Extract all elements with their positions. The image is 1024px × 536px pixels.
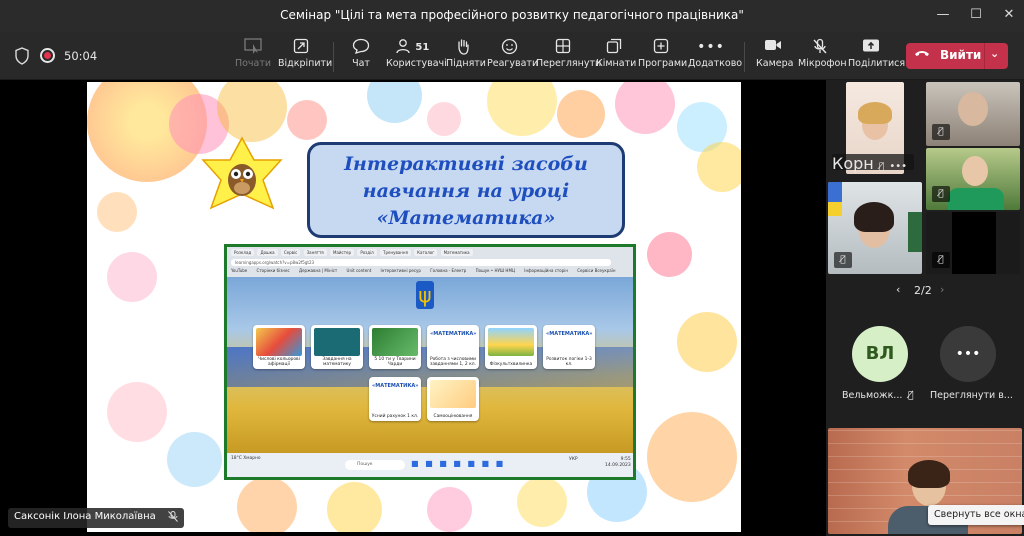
taskbar-clock: 9:55 14.09.2023 <box>605 457 631 468</box>
minimize-button[interactable]: — <box>928 4 958 28</box>
browser-tab: Тренування <box>380 249 411 256</box>
raise-hand-button[interactable]: Підняти <box>446 38 486 76</box>
mic-off-icon: 🎙̸ <box>932 124 950 140</box>
unpin-icon <box>278 38 324 58</box>
share-icon <box>848 38 894 58</box>
close-button[interactable]: ✕ <box>994 4 1024 28</box>
microphone-button[interactable]: Мікрофон <box>798 38 847 76</box>
language-indicator: УКР <box>569 457 578 462</box>
bookmarks-bar: YouTube Сторінки бізнес Державна | Мініс… <box>231 268 616 273</box>
browser-tab: Розділ <box>357 249 377 256</box>
embedded-browser-screenshot: Розклад Дошка Сервіс Заняття Майстер Роз… <box>224 244 636 480</box>
chevron-down-icon[interactable]: ⌄ <box>990 47 999 60</box>
taskbar-search: Пошук <box>345 460 405 470</box>
participant-tile[interactable]: 🎙̸ <box>926 82 1020 146</box>
mic-off-icon <box>798 38 842 58</box>
view-button[interactable]: Переглянути <box>536 38 601 76</box>
app-card: Завдання на математику <box>311 325 363 369</box>
app-card: «МАТЕМАТИКА» Розвиток логіки 1-3 кл. <box>543 325 595 369</box>
view-all-label: Переглянути в... <box>930 390 1013 401</box>
app-card: «МАТЕМАТИКА» Усний рахунок 1 кл. <box>369 377 421 421</box>
more-options-icon[interactable]: ••• <box>889 161 907 172</box>
participant-name-bar: Корн 🎙̸ ••• <box>832 154 914 173</box>
phone-hangup-icon <box>914 47 930 62</box>
screen-pointer-icon <box>234 38 272 58</box>
browser-tab: Дошка <box>257 249 278 256</box>
react-button[interactable]: Реагувати <box>487 38 538 76</box>
presentation-slide: Інтерактивні засоби навчання на уроці «М… <box>87 82 741 532</box>
toolbar-divider <box>744 42 745 72</box>
window-title: Семінар "Цілі та мета професійного розви… <box>280 8 744 22</box>
leave-button[interactable]: Вийти ⌄ <box>906 43 1008 69</box>
browser-tab: Розклад <box>231 249 255 256</box>
camera-button[interactable]: Камера <box>756 38 793 76</box>
recording-icon <box>40 48 55 63</box>
slide-title: Інтерактивні засоби навчання на уроці «М… <box>307 142 625 238</box>
learning-apps-page: ψ Числові кольорові афірмації Завдання н… <box>227 277 633 453</box>
mic-off-icon: 🎙̸ <box>878 162 885 172</box>
browser-tabs: Розклад Дошка Сервіс Заняття Майстер Роз… <box>231 249 475 258</box>
maximize-button[interactable]: ☐ <box>961 4 991 28</box>
app-card: Самооцінювання <box>427 377 479 421</box>
toolbar-divider <box>333 42 334 72</box>
browser-tab: Каталог <box>414 249 438 256</box>
smile-icon <box>487 38 531 58</box>
share-button[interactable]: Поділитися <box>848 38 905 76</box>
participant-count: 51 <box>415 42 430 53</box>
participant-name: Вельможк... <box>842 390 903 401</box>
participant-tile[interactable]: 🎙̸ <box>926 148 1020 210</box>
title-bar: Семінар "Цілі та мета професійного розви… <box>0 0 1024 32</box>
app-card: Числові кольорові афірмації <box>253 325 305 369</box>
meeting-timer: 50:04 <box>64 49 98 63</box>
participant-tile[interactable]: 🎙̸ <box>926 212 1020 274</box>
mic-off-icon: 🎙̸ <box>834 252 852 268</box>
start-presenting-button[interactable]: Почати <box>234 38 272 76</box>
chevron-right-icon[interactable]: › <box>940 283 944 296</box>
weather-widget: 18°C Хмарно <box>231 456 261 461</box>
restore-windows-tooltip: Свернуть все окна <box>928 505 1024 525</box>
browser-tab: Сервіс <box>280 249 301 256</box>
participants-pager: ‹ 2/2 › <box>896 283 945 297</box>
view-icon <box>536 38 590 58</box>
presenter-name-tag: Саксонік Ілона Миколаївна <box>8 508 184 528</box>
apps-icon <box>638 38 684 58</box>
trident-icon: ψ <box>416 281 434 309</box>
mic-off-icon: 🎙̸ <box>908 390 914 401</box>
app-card: Фізкультхвилинка <box>485 325 537 369</box>
breakout-rooms-button[interactable]: Кімнати <box>596 38 636 76</box>
view-all-button[interactable]: ••• <box>940 326 996 382</box>
chat-icon <box>348 38 374 58</box>
shared-screen: Інтерактивні засоби навчання на уроці «М… <box>0 80 826 536</box>
chat-button[interactable]: Чат <box>348 38 374 76</box>
mic-off-icon: 🎙̸ <box>932 186 950 202</box>
shield-icon[interactable] <box>14 47 30 65</box>
app-card: «МАТЕМАТИКА» Робота з числовими завдання… <box>427 325 479 369</box>
mic-off-icon: 🎙̸ <box>932 252 950 268</box>
app-card: 5 10 ти у Тварини Чарди <box>369 325 421 369</box>
participants-panel: Корн 🎙̸ ••• 🎙̸ 🎙̸ 🎙̸ 🎙̸ ‹ 2/2 › ВЛ Вельм… <box>826 80 1024 536</box>
more-icon: ••• <box>697 39 725 55</box>
browser-tab: Математика <box>440 249 473 256</box>
browser-tab: Заняття <box>303 249 327 256</box>
browser-tab: Майстер <box>330 249 355 256</box>
meeting-toolbar: 50:04 Почати Відкріпити Чат 51 Користува… <box>0 32 1024 80</box>
chevron-left-icon[interactable]: ‹ <box>896 283 900 296</box>
rooms-icon <box>596 38 632 58</box>
apps-button[interactable]: Програми <box>638 38 687 76</box>
people-icon <box>395 38 411 58</box>
mic-off-icon <box>167 511 178 525</box>
camera-icon <box>756 38 790 58</box>
taskbar-apps: ■ ■ ■ ■ ■ ■ ■ <box>411 459 506 468</box>
address-bar: learningapps.org/watch?v=p8w2f5gt23 <box>231 259 611 266</box>
raise-hand-icon <box>446 38 480 58</box>
owl-star-image <box>197 136 287 230</box>
participant-tile[interactable]: 🎙̸ <box>828 182 922 274</box>
avatar[interactable]: ВЛ <box>852 326 908 382</box>
unpin-button[interactable]: Відкріпити <box>278 38 332 76</box>
more-button[interactable]: ••• Додатково <box>688 38 742 76</box>
participants-button[interactable]: 51 Користувачі <box>386 38 447 76</box>
windows-taskbar: 18°C Хмарно Пошук ■ ■ ■ ■ ■ ■ ■ УКР 9:55… <box>227 453 633 477</box>
